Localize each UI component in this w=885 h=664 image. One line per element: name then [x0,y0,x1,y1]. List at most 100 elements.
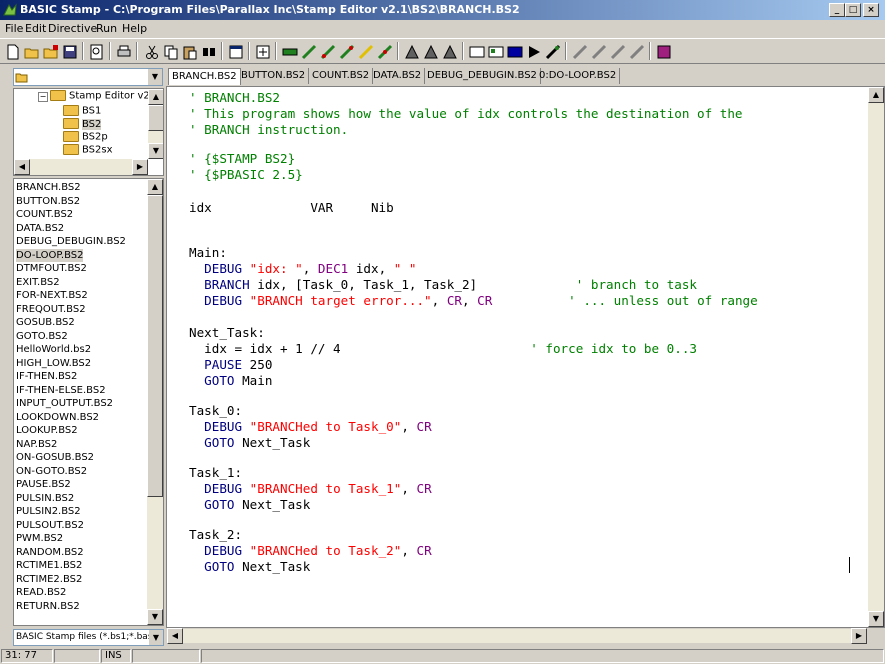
find-icon[interactable] [200,43,218,61]
file-list-item[interactable]: FOR-NEXT.BS2 [16,289,88,302]
menu-help[interactable]: Help [122,22,147,35]
preferences-icon[interactable] [254,43,272,61]
scroll-thumb[interactable] [148,105,163,131]
minimize-button[interactable]: _ [829,3,845,17]
print-preview-icon[interactable] [88,43,106,61]
tree-root[interactable]: − Stamp Editor v2.1 [38,90,159,102]
file-list-item[interactable]: ON-GOTO.BS2 [16,465,87,478]
scroll-up-icon[interactable]: ▲ [148,89,163,105]
tokenize-icon[interactable] [357,43,375,61]
tree-item-bs1[interactable]: BS1 [63,105,101,117]
scroll-up-icon[interactable]: ▲ [868,87,884,103]
scroll-right-icon[interactable]: ▶ [132,159,148,175]
scroll-thumb[interactable] [147,195,163,497]
tree-item-bs2[interactable]: BS2 [63,118,102,130]
stamp-bs1-icon[interactable] [403,43,421,61]
terminal-3-icon[interactable] [506,43,524,61]
scroll-up-icon[interactable]: ▲ [147,179,163,195]
tab-debug-debugin[interactable]: DEBUG_DEBUGIN.BS2 [424,68,541,84]
maximize-button[interactable]: □ [845,3,861,17]
stamp-c-icon[interactable] [609,43,627,61]
open-folder-icon[interactable] [23,43,41,61]
cut-icon[interactable] [143,43,161,61]
file-filter-combo[interactable]: BASIC Stamp files (*.bs1;*.bas;* ▼ [13,629,164,646]
file-list-item[interactable]: FREQOUT.BS2 [16,303,86,316]
file-list-item[interactable]: IF-THEN-ELSE.BS2 [16,384,106,397]
terminal-2-icon[interactable] [487,43,505,61]
file-list-item[interactable]: PULSOUT.BS2 [16,519,84,532]
file-list-item[interactable]: PULSIN.BS2 [16,492,74,505]
stamp-d-icon[interactable] [628,43,646,61]
save-icon[interactable] [61,43,79,61]
file-list-item[interactable]: RANDOM.BS2 [16,546,84,559]
chevron-down-icon[interactable]: ▼ [147,69,162,85]
file-list-item[interactable]: DATA.BS2 [16,222,64,235]
scroll-down-icon[interactable]: ▼ [148,143,163,159]
open-recent-icon[interactable] [42,43,60,61]
tab-data[interactable]: DATA.BS2 [370,68,426,84]
tab-button[interactable]: BUTTON.BS2 [238,68,310,84]
title-bar[interactable]: BASIC Stamp - C:\Program Files\Parallax … [0,0,885,20]
new-file-icon[interactable] [4,43,22,61]
file-list-item[interactable]: PWM.BS2 [16,532,63,545]
collapse-icon[interactable]: − [38,91,48,102]
menu-edit[interactable]: Edit [25,22,46,35]
window-icon[interactable] [227,43,245,61]
run-debug-icon[interactable] [544,43,562,61]
file-list-item[interactable]: RETURN.BS2 [16,600,80,613]
menu-run[interactable]: Run [96,22,117,35]
file-list-item[interactable]: ON-GOSUB.BS2 [16,451,94,464]
scroll-left-icon[interactable]: ◀ [167,628,183,644]
stamp-bs2-icon[interactable] [422,43,440,61]
tab-count[interactable]: COUNT.BS2 [309,68,374,84]
file-list-item[interactable]: BRANCH.BS2 [16,181,81,194]
up-folder-icon[interactable] [15,70,29,84]
print-icon[interactable] [115,43,133,61]
file-list-item[interactable]: RCTIME1.BS2 [16,559,82,572]
file-list-vscrollbar[interactable]: ▲ ▼ [147,179,163,625]
identify-icon[interactable] [319,43,337,61]
menu-directive[interactable]: Directive [48,22,97,35]
tree-item-bs2p[interactable]: BS2p [63,131,108,143]
file-list-item[interactable]: COUNT.BS2 [16,208,73,221]
run-icon[interactable] [525,43,543,61]
scroll-right-icon[interactable]: ▶ [851,628,867,644]
scroll-left-icon[interactable]: ◀ [14,159,30,175]
menu-file[interactable]: File [5,22,23,35]
file-list-item[interactable]: HelloWorld.bs2 [16,343,91,356]
file-list-item[interactable]: DTMFOUT.BS2 [16,262,87,275]
stamp-b-icon[interactable] [590,43,608,61]
file-list-item[interactable]: IF-THEN.BS2 [16,370,77,383]
memory-map-icon[interactable] [281,43,299,61]
file-list-item[interactable]: RCTIME2.BS2 [16,573,82,586]
file-list-item[interactable]: LOOKUP.BS2 [16,424,78,437]
file-list-item[interactable]: EXIT.BS2 [16,276,60,289]
file-list-item[interactable]: GOTO.BS2 [16,330,68,343]
tab-do-loop[interactable]: 0:DO-LOOP.BS2 [536,68,621,84]
debug-terminal-icon[interactable] [468,43,486,61]
paste-icon[interactable] [181,43,199,61]
file-list-item[interactable]: DO-LOOP.BS2 [16,248,84,262]
file-list-item[interactable]: PULSIN2.BS2 [16,505,81,518]
tree-item-bs2sx[interactable]: BS2sx [63,144,113,156]
scroll-down-icon[interactable]: ▼ [147,609,163,625]
tree-hscrollbar[interactable]: ◀ ▶ [14,159,148,175]
file-list-item[interactable]: DEBUG_DEBUGIN.BS2 [16,235,126,248]
file-list-item[interactable]: READ.BS2 [16,586,66,599]
scroll-down-icon[interactable]: ▼ [868,611,884,627]
code-editor[interactable]: ' BRANCH.BS2 ' This program shows how the… [166,86,885,628]
file-list-item[interactable]: INPUT_OUTPUT.BS2 [16,397,113,410]
tab-branch[interactable]: BRANCH.BS2 [168,68,241,85]
file-list-item[interactable]: HIGH_LOW.BS2 [16,357,91,370]
file-list-item[interactable]: GOSUB.BS2 [16,316,75,329]
debug-icon[interactable] [338,43,356,61]
stamp-bs2e-icon[interactable] [441,43,459,61]
tree-vscrollbar[interactable]: ▲ ▼ [148,89,163,159]
file-list-item[interactable]: LOOKDOWN.BS2 [16,411,99,424]
stamp-a-icon[interactable] [571,43,589,61]
editor-vscrollbar[interactable]: ▲ ▼ [868,87,884,627]
file-list-item[interactable]: NAP.BS2 [16,438,57,451]
folder-combo[interactable]: ▼ [13,68,163,86]
copy-icon[interactable] [162,43,180,61]
chevron-down-icon[interactable]: ▼ [149,630,163,645]
